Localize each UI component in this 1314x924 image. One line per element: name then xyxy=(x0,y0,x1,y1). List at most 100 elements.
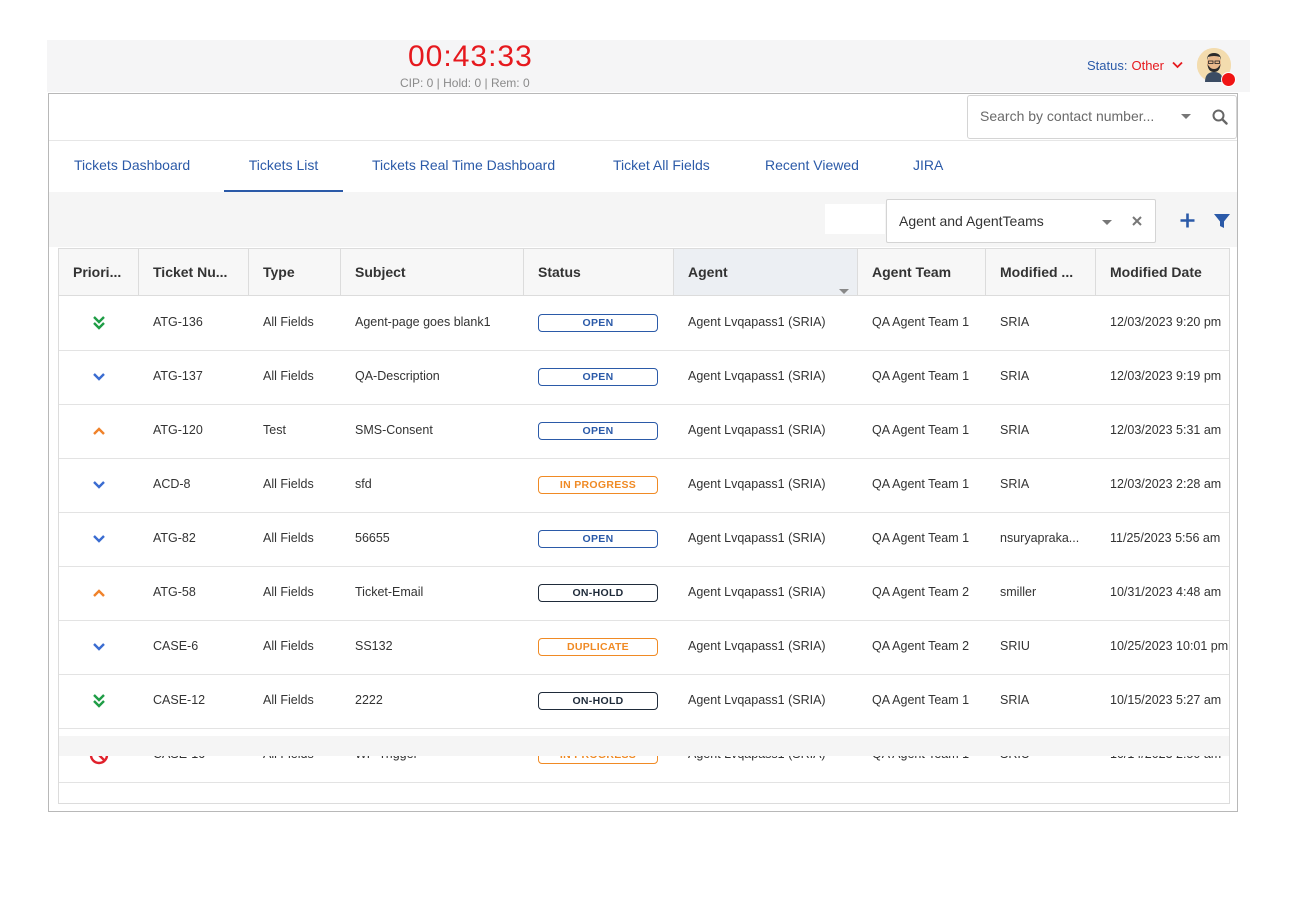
contact-search[interactable] xyxy=(967,95,1237,139)
table-footer xyxy=(59,736,1229,756)
column-header-type[interactable]: Type xyxy=(249,249,341,295)
table-row[interactable]: CASE-6 All Fields SS132 DUPLICATE Agent Lvqa… xyxy=(59,620,1229,675)
column-header-agent[interactable]: Agent xyxy=(674,249,858,295)
cell-modified-by: smiller xyxy=(1000,585,1037,599)
table-row[interactable]: ATG-136 All Fields Agent-page goes blank1 O… xyxy=(59,296,1229,351)
column-header-modified-date[interactable]: Modified Date xyxy=(1096,249,1229,295)
cell-status: IN PROGRESS xyxy=(524,458,674,511)
cell-type: All Fields xyxy=(263,639,314,653)
cell-modified-by: SRIA xyxy=(1000,369,1030,383)
status-badge: ON-HOLD xyxy=(538,691,658,710)
caret-down-icon[interactable] xyxy=(839,268,849,295)
table-row[interactable]: ATG-120 Test SMS-Consent OPEN Agent Lvqapass… xyxy=(59,404,1229,459)
cell-modified-date: 10/25/2023 10:01 pm xyxy=(1110,639,1229,653)
column-header-priority[interactable]: Priori... xyxy=(59,249,139,295)
table-row[interactable]: ATG-58 All Fields Ticket-Email ON-HOLD Agent… xyxy=(59,566,1229,621)
chevron-down-icon xyxy=(92,369,106,383)
cell-agent: Agent Lvqapass1 (SRIA) xyxy=(688,477,826,491)
table-row[interactable]: ATG-82 All Fields 56655 OPEN Agent Lvqapass1… xyxy=(59,512,1229,567)
cell-modified-by: SRIA xyxy=(1000,693,1030,707)
cell-agent-team: QA Agent Team 1 xyxy=(872,693,970,707)
cell-priority xyxy=(59,620,139,673)
tab-ticket-all-fields[interactable]: Ticket All Fields xyxy=(613,141,710,190)
column-header-agent-team[interactable]: Agent Team xyxy=(858,249,986,295)
search-input[interactable] xyxy=(978,107,1172,125)
tab-recent-viewed[interactable]: Recent Viewed xyxy=(765,141,859,190)
column-header-modified-by[interactable]: Modified ... xyxy=(986,249,1096,295)
status-badge: DUPLICATE xyxy=(538,637,658,656)
cell-agent: Agent Lvqapass1 (SRIA) xyxy=(688,693,826,707)
tab-tickets-dashboard[interactable]: Tickets Dashboard xyxy=(74,141,190,190)
cell-modified-date: 12/03/2023 2:28 am xyxy=(1110,477,1222,491)
tab-tickets-list[interactable]: Tickets List xyxy=(224,141,343,192)
tickets-panel: Tickets Dashboard Tickets List Tickets R… xyxy=(48,93,1238,812)
table-header: Priori... Ticket Nu... Type Subject Stat… xyxy=(59,249,1229,296)
cell-type: All Fields xyxy=(263,315,314,329)
cell-agent: Agent Lvqapass1 (SRIA) xyxy=(688,531,826,545)
cell-ticket-number: ACD-8 xyxy=(153,477,191,491)
cell-subject: Ticket-Email xyxy=(355,585,424,599)
chevron-up-icon xyxy=(92,423,106,437)
status-indicator-dot xyxy=(1221,72,1236,87)
cell-agent-team: QA Agent Team 2 xyxy=(872,585,970,599)
cell-modified-date: 12/03/2023 9:20 pm xyxy=(1110,315,1222,329)
table-row[interactable]: ACD-8 All Fields sfd IN PROGRESS Agent Lvqap… xyxy=(59,458,1229,513)
search-icon[interactable] xyxy=(1212,109,1228,130)
plus-icon[interactable] xyxy=(1179,212,1196,234)
status-badge: IN PROGRESS xyxy=(538,475,658,494)
filter-placeholder-box xyxy=(825,204,885,234)
table-row[interactable]: ATG-137 All Fields QA-Description OPEN Agent… xyxy=(59,350,1229,405)
cell-status: OPEN xyxy=(524,404,674,457)
cell-subject: Agent-page goes blank1 xyxy=(355,315,491,329)
chevron-down-icon xyxy=(92,639,106,653)
double-chevron-down-icon xyxy=(92,315,106,330)
column-header-status[interactable]: Status xyxy=(524,249,674,295)
cell-agent: Agent Lvqapass1 (SRIA) xyxy=(688,423,826,437)
cell-type: Test xyxy=(263,423,286,437)
status-badge: OPEN xyxy=(538,421,658,440)
cell-agent-team: QA Agent Team 1 xyxy=(872,477,970,491)
agent-filter-select[interactable]: Agent and AgentTeams xyxy=(886,199,1156,243)
cell-agent: Agent Lvqapass1 (SRIA) xyxy=(688,639,826,653)
cell-agent: Agent Lvqapass1 (SRIA) xyxy=(688,585,826,599)
cell-priority xyxy=(59,566,139,619)
cell-ticket-number: ATG-136 xyxy=(153,315,203,329)
chevron-down-icon xyxy=(92,477,106,491)
tickets-table: Priori... Ticket Nu... Type Subject Stat… xyxy=(58,248,1230,804)
cell-ticket-number: ATG-120 xyxy=(153,423,203,437)
tab-jira[interactable]: JIRA xyxy=(913,141,943,190)
cell-priority xyxy=(59,674,139,727)
top-header-bar xyxy=(47,40,1250,92)
filter-icon[interactable] xyxy=(1213,212,1231,235)
cell-type: All Fields xyxy=(263,477,314,491)
agent-avatar[interactable] xyxy=(1197,48,1236,87)
agent-status-dropdown[interactable]: Status: Other xyxy=(1087,58,1183,73)
column-header-ticket-number[interactable]: Ticket Nu... xyxy=(139,249,249,295)
cell-priority xyxy=(59,296,139,349)
cell-ticket-number: ATG-58 xyxy=(153,585,196,599)
clear-icon[interactable] xyxy=(1131,214,1143,232)
filter-bar: Agent and AgentTeams xyxy=(49,192,1237,247)
table-row[interactable]: CASE-12 All Fields 2222 ON-HOLD Agent Lvqapa… xyxy=(59,674,1229,729)
cell-status: DUPLICATE xyxy=(524,620,674,673)
cell-ticket-number: CASE-12 xyxy=(153,693,206,707)
caret-down-icon[interactable] xyxy=(1101,215,1113,233)
cell-status: ON-HOLD xyxy=(524,566,674,619)
column-header-subject[interactable]: Subject xyxy=(341,249,524,295)
cell-type: All Fields xyxy=(263,369,314,383)
cell-subject: SS132 xyxy=(355,639,393,653)
cell-subject: 2222 xyxy=(355,693,383,707)
tab-tickets-real-time-dashboard[interactable]: Tickets Real Time Dashboard xyxy=(372,141,555,190)
chevron-down-icon xyxy=(92,531,106,545)
column-header-agent-label: Agent xyxy=(688,264,728,280)
tabs-bar: Tickets Dashboard Tickets List Tickets R… xyxy=(49,140,1237,193)
cell-type: All Fields xyxy=(263,693,314,707)
caret-down-icon[interactable] xyxy=(1180,109,1192,127)
cell-modified-date: 12/03/2023 5:31 am xyxy=(1110,423,1222,437)
cell-modified-by: SRIA xyxy=(1000,423,1030,437)
cell-priority xyxy=(59,458,139,511)
cell-agent: Agent Lvqapass1 (SRIA) xyxy=(688,315,826,329)
cell-subject: SMS-Consent xyxy=(355,423,433,437)
cell-status: OPEN xyxy=(524,512,674,565)
chevron-down-icon xyxy=(1172,57,1183,72)
